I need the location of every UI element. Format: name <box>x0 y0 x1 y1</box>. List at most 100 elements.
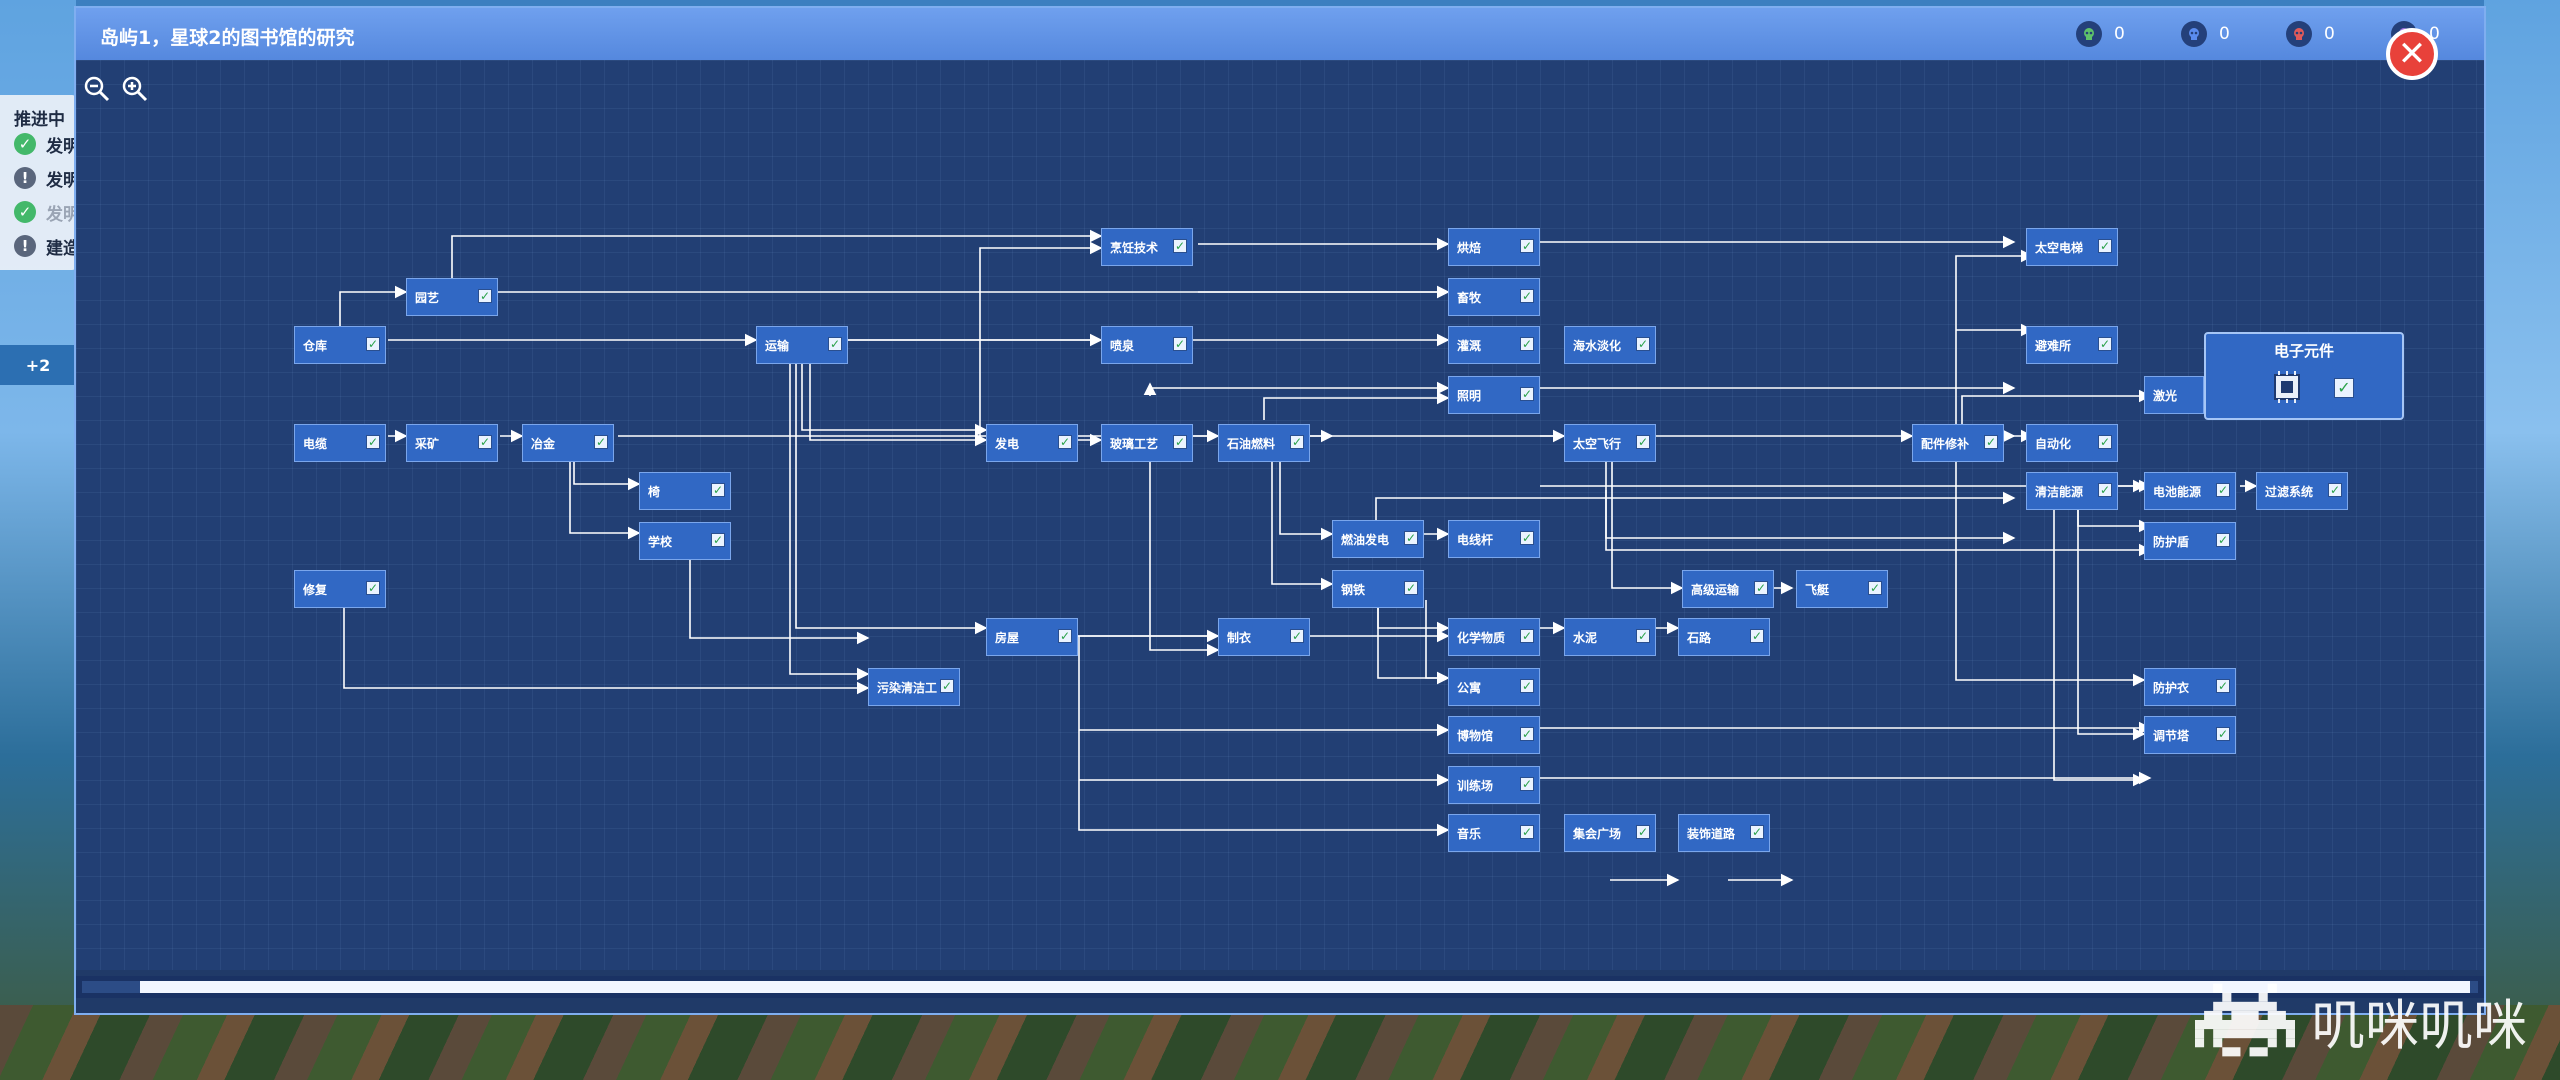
objective-item[interactable]: ✓ 发明 <box>14 199 74 225</box>
check-icon: ✓ <box>1520 679 1534 693</box>
research-node-bowuguan[interactable]: 博物馆 ✓ <box>1448 716 1540 754</box>
research-node-penquan[interactable]: 喷泉 ✓ <box>1101 326 1193 364</box>
check-icon: ✓ <box>1173 435 1187 449</box>
research-node-shilu[interactable]: 石路 ✓ <box>1678 618 1770 656</box>
research-node-xiufu[interactable]: 修复 ✓ <box>294 570 386 608</box>
research-node-hongbei[interactable]: 烘焙 ✓ <box>1448 228 1540 266</box>
research-node-peijianxiubu[interactable]: 配件修补 ✓ <box>1912 424 2004 462</box>
background-scenery-right <box>2484 0 2560 1080</box>
research-node-yi[interactable]: 椅 ✓ <box>639 472 731 510</box>
research-node-label: 激光 <box>2153 388 2178 403</box>
research-node-label: 烹饪技术 <box>1110 240 1159 255</box>
research-node-boligongyi[interactable]: 玻璃工艺 ✓ <box>1101 424 1193 462</box>
objective-item[interactable]: ! 发明 <box>14 165 74 191</box>
research-node-dianchinengyuan[interactable]: 电池能源 ✓ <box>2144 472 2236 510</box>
research-node-haishuidanhua[interactable]: 海水淡化 ✓ <box>1564 326 1656 364</box>
research-node-gongyu[interactable]: 公寓 ✓ <box>1448 668 1540 706</box>
research-node-zhaoming[interactable]: 照明 ✓ <box>1448 376 1540 414</box>
research-node-label: 公寓 <box>1457 680 1482 695</box>
research-node-fadian[interactable]: 发电 ✓ <box>986 424 1078 462</box>
horizontal-scrollbar[interactable] <box>76 976 2484 998</box>
research-node-label: 喷泉 <box>1110 338 1135 353</box>
check-icon: ✓ <box>1520 825 1534 839</box>
close-button[interactable]: ✕ <box>2386 28 2438 80</box>
currency-value: 0 <box>2114 24 2125 44</box>
objective-item[interactable]: ! 建造 <box>14 233 74 259</box>
check-icon: ✓ <box>1636 435 1650 449</box>
research-node-shiyouranliao[interactable]: 石油燃料 ✓ <box>1218 424 1310 462</box>
research-node-caikuang[interactable]: 采矿 ✓ <box>406 424 498 462</box>
research-node-xuexiao[interactable]: 学校 ✓ <box>639 522 731 560</box>
research-node-label: 修复 <box>303 582 328 597</box>
research-window: 岛屿1，星球2的图书馆的研究 0 0 0 0 园艺 ✓ 仓库 ✓ 电缆 ✓ 采矿… <box>76 8 2484 1013</box>
research-node-feiting[interactable]: 飞艇 ✓ <box>1796 570 1888 608</box>
research-node-xunlianchang[interactable]: 训练场 ✓ <box>1448 766 1540 804</box>
check-icon: ✓ <box>1754 581 1768 595</box>
research-node-dianlan[interactable]: 电缆 ✓ <box>294 424 386 462</box>
more-objectives-button[interactable]: +2 <box>0 345 76 385</box>
check-icon: ✓ <box>14 201 36 223</box>
research-node-jiguang[interactable]: 激光 <box>2144 376 2204 414</box>
currency-blue: 0 <box>2181 20 2230 48</box>
currency-red: 0 <box>2286 20 2335 48</box>
research-links <box>339 229 2258 887</box>
research-node-label: 园艺 <box>415 290 440 305</box>
research-node-gaojiyunshu[interactable]: 高级运输 ✓ <box>1682 570 1774 608</box>
check-icon: ✓ <box>1520 531 1534 545</box>
check-icon: ✓ <box>1290 435 1304 449</box>
research-node-yuanyi[interactable]: 园艺 ✓ <box>406 278 498 316</box>
check-icon: ✓ <box>1750 825 1764 839</box>
research-node-fangwu[interactable]: 房屋 ✓ <box>986 618 1078 656</box>
research-node-dianxiangan[interactable]: 电线杆 ✓ <box>1448 520 1540 558</box>
currency-value: 0 <box>2324 24 2335 44</box>
research-node-yunshu[interactable]: 运输 ✓ <box>756 326 848 364</box>
check-icon: ✓ <box>2098 239 2112 253</box>
research-node-label: 过滤系统 <box>2265 484 2314 499</box>
research-node-cangku[interactable]: 仓库 ✓ <box>294 326 386 364</box>
check-icon: ✓ <box>2216 727 2230 741</box>
research-node-diaojieta[interactable]: 调节塔 ✓ <box>2144 716 2236 754</box>
research-node-wuranqingli[interactable]: 污染清洁工 ✓ <box>868 668 960 706</box>
research-node-zidonghua[interactable]: 自动化 ✓ <box>2026 424 2118 462</box>
research-node-qingjienengyuan[interactable]: 清洁能源 ✓ <box>2026 472 2118 510</box>
research-node-label: 清洁能源 <box>2035 484 2084 499</box>
research-node-guolvxitong[interactable]: 过滤系统 ✓ <box>2256 472 2348 510</box>
research-node-binansuo[interactable]: 避难所 ✓ <box>2026 326 2118 364</box>
check-icon: ✓ <box>1636 337 1650 351</box>
research-node-xumu[interactable]: 畜牧 ✓ <box>1448 278 1540 316</box>
research-node-taikongfeixing[interactable]: 太空飞行 ✓ <box>1564 424 1656 462</box>
research-node-fanghuyi[interactable]: 防护衣 ✓ <box>2144 668 2236 706</box>
research-node-gangtie[interactable]: 钢铁 ✓ <box>1332 570 1424 608</box>
research-node-label: 灌溉 <box>1457 338 1482 353</box>
title-bar: 岛屿1，星球2的图书馆的研究 0 0 0 0 <box>76 8 2484 60</box>
research-node-huaxuewuzhi[interactable]: 化学物质 ✓ <box>1448 618 1540 656</box>
research-node-shuini[interactable]: 水泥 ✓ <box>1564 618 1656 656</box>
research-node-label: 自动化 <box>2035 436 2072 451</box>
research-node-zhiyi[interactable]: 制衣 ✓ <box>1218 618 1310 656</box>
research-node-label: 音乐 <box>1457 826 1482 841</box>
research-node-label: 配件修补 <box>1921 436 1970 451</box>
objective-item[interactable]: ✓ 发明 <box>14 131 74 157</box>
research-node-label: 钢铁 <box>1341 582 1366 597</box>
check-icon: ✓ <box>366 581 380 595</box>
research-node-fanghudun[interactable]: 防护盾 ✓ <box>2144 522 2236 560</box>
check-icon: ✓ <box>1520 629 1534 643</box>
research-node-label: 房屋 <box>995 630 1020 645</box>
check-icon: ✓ <box>2216 533 2230 547</box>
research-node-label: 防护衣 <box>2153 680 2190 695</box>
scrollbar-thumb[interactable] <box>140 981 2470 993</box>
research-node-taikongdianti[interactable]: 太空电梯 ✓ <box>2026 228 2118 266</box>
research-node-yinyue[interactable]: 音乐 ✓ <box>1448 814 1540 852</box>
research-node-electronic-components[interactable]: 电子元件 ✓ <box>2204 332 2404 420</box>
space-invader-logo-icon <box>2195 983 2295 1057</box>
check-icon: ✓ <box>1520 289 1534 303</box>
research-node-yejin[interactable]: 冶金 ✓ <box>522 424 614 462</box>
research-node-pengrenjishu[interactable]: 烹饪技术 ✓ <box>1101 228 1193 266</box>
research-tree-canvas[interactable]: 园艺 ✓ 仓库 ✓ 电缆 ✓ 采矿 ✓ 冶金 ✓ 椅 ✓ 学校 ✓ 修复 ✓ 运输 ✓ 污染清洁工… <box>76 60 2484 970</box>
research-node-zhuangshidaolu[interactable]: 装饰道路 ✓ <box>1678 814 1770 852</box>
research-node-label: 椅 <box>648 484 661 499</box>
research-node-label: 太空电梯 <box>2035 240 2084 255</box>
research-node-shaoyoufadian[interactable]: 燃油发电 ✓ <box>1332 520 1424 558</box>
research-node-guangai[interactable]: 灌溉 ✓ <box>1448 326 1540 364</box>
research-node-jihuiguangchang[interactable]: 集会广场 ✓ <box>1564 814 1656 852</box>
